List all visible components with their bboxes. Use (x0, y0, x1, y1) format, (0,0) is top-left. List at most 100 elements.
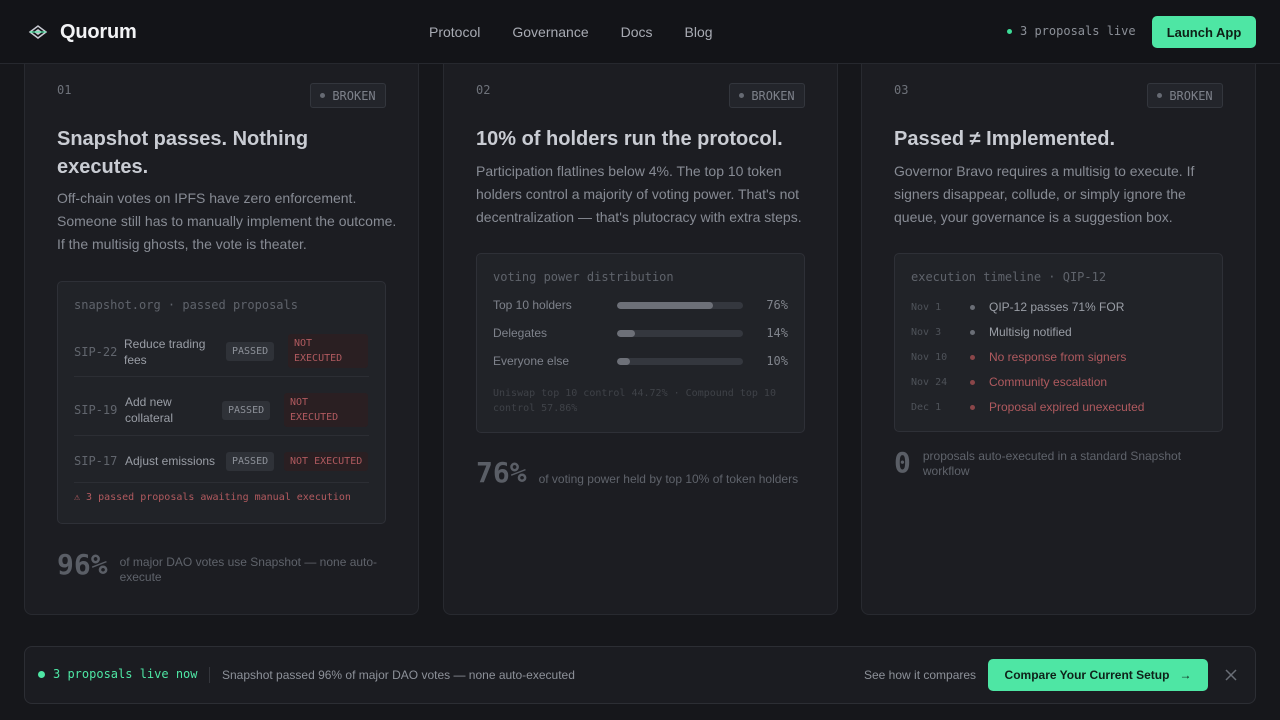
timeline-date: Dec 1 (911, 401, 942, 413)
brand[interactable]: Quorum (28, 0, 137, 64)
bottom-live-indicator: 3 proposals live now (38, 667, 198, 681)
bar-fill (617, 301, 713, 309)
timeline-item: Nov 24 Community escalation (911, 374, 1206, 390)
card-title: Snapshot passes. Nothing executes. (57, 128, 309, 178)
not-executed-tag: NOT EXECUTED (288, 334, 368, 368)
bottom-live-text: 3 proposals live now (53, 667, 198, 681)
bottom-message: Snapshot passed 96% of major DAO votes —… (222, 668, 575, 682)
live-dot-icon (38, 670, 45, 678)
bar-track (617, 301, 743, 309)
broken-dot-icon (739, 93, 745, 98)
nav-blog[interactable]: Blog (685, 24, 713, 40)
brand-name: Quorum (60, 20, 137, 43)
timeline-item: Dec 1 Proposal expired unexecuted (911, 399, 1206, 415)
alert-dot-icon (970, 404, 975, 410)
proposal-name: Reduce trading fees (124, 337, 206, 367)
bar-row-delegates: Delegates 14% (493, 325, 788, 341)
warning-message: ⚠ 3 passed proposals awaiting manual exe… (74, 492, 351, 503)
card-stat: 0 proposals auto-executed in a standard … (894, 445, 1185, 479)
bar-label: Top 10 holders (493, 298, 572, 312)
broken-badge: BROKEN (310, 83, 386, 108)
timeline-item: Nov 1 QIP-12 passes 71% FOR (911, 299, 1206, 315)
broken-badge-label: BROKEN (751, 88, 795, 103)
broken-badge-label: BROKEN (1169, 88, 1213, 103)
stat-caption: of major DAO votes use Snapshot — none a… (119, 555, 378, 584)
card-number: 01 (57, 83, 72, 97)
top-navbar: Quorum Protocol Governance Docs Blog 3 p… (0, 0, 1280, 64)
panel-footnote: Uniswap top 10 control 44.72% · Compound… (493, 388, 776, 414)
main-nav: Protocol Governance Docs Blog (429, 0, 713, 64)
stat-caption: of voting power held by top 10% of token… (538, 472, 799, 486)
timeline-item: Nov 3 Multisig notified (911, 324, 1206, 340)
card-number: 03 (894, 83, 909, 97)
problem-card-snapshot: 01 BROKEN Snapshot passes. Nothing execu… (24, 40, 419, 615)
timeline-text: No response from signers (989, 350, 1127, 364)
bar-label: Delegates (493, 326, 548, 340)
not-executed-tag: NOT EXECUTED (284, 393, 368, 427)
card-title: 10% of holders run the protocol. (476, 128, 783, 150)
card-stat: 76% of voting power held by top 10% of t… (476, 459, 798, 487)
proposal-id: SIP-19 (74, 403, 118, 417)
not-executed-tag: NOT EXECUTED (284, 452, 369, 471)
row-divider (74, 482, 369, 483)
timeline-dot-icon (970, 329, 975, 335)
broken-dot-icon (1157, 93, 1163, 98)
broken-badge: BROKEN (1147, 83, 1223, 108)
bar-row-everyone-else: Everyone else 10% (493, 353, 788, 369)
panel-title: execution timeline · QIP-12 (911, 270, 1107, 284)
card-description: Participation flatlines below 4%. The to… (476, 163, 802, 225)
voting-power-panel: voting power distribution Top 10 holders… (476, 253, 805, 433)
broken-badge-label: BROKEN (332, 88, 376, 103)
arrow-right-icon: → (1179, 668, 1192, 682)
timeline-text: Proposal expired unexecuted (989, 400, 1145, 414)
bar-track (617, 357, 743, 365)
card-description: Governor Bravo requires a multisig to ex… (894, 163, 1195, 225)
timeline-date: Nov 1 (911, 301, 942, 313)
live-proposals-indicator: 3 proposals live (1007, 24, 1136, 38)
nav-protocol[interactable]: Protocol (429, 24, 480, 40)
passed-tag: PASSED (226, 342, 275, 361)
bar-percent: 14% (766, 326, 788, 340)
card-description: Off-chain votes on IPFS have zero enforc… (57, 190, 397, 252)
bar-row-top-10: Top 10 holders 76% (493, 297, 788, 313)
bar-fill (617, 329, 635, 337)
nav-governance[interactable]: Governance (512, 24, 588, 40)
compare-link[interactable]: See how it compares (864, 668, 976, 682)
divider (209, 667, 210, 683)
card-number: 02 (476, 83, 491, 97)
passed-tag: PASSED (226, 452, 275, 471)
proposal-name: Adjust emissions (125, 454, 216, 468)
timeline-date: Nov 10 (911, 351, 948, 363)
alert-dot-icon (970, 379, 975, 385)
bar-fill (617, 357, 630, 365)
bar-label: Everyone else (493, 354, 570, 368)
timeline-text: QIP-12 passes 71% FOR (989, 300, 1125, 314)
compare-setup-button[interactable]: Compare Your Current Setup → (988, 659, 1208, 691)
card-title: Passed ≠ Implemented. (894, 128, 1116, 150)
timeline-text: Multisig notified (989, 325, 1072, 339)
panel-title: voting power distribution (493, 270, 674, 284)
proposal-name: Add new collateral (125, 395, 174, 425)
bar-track (617, 329, 743, 337)
snapshot-proposals-panel: snapshot.org · passed proposals SIP-22 R… (57, 281, 386, 524)
timeline-dot-icon (970, 304, 975, 310)
launch-app-button[interactable]: Launch App (1152, 16, 1256, 48)
execution-timeline-panel: execution timeline · QIP-12 Nov 1 QIP-12 … (894, 253, 1223, 432)
bottom-announcement-bar: 3 proposals live now Snapshot passed 96%… (24, 646, 1256, 704)
proposal-id: SIP-22 (74, 345, 118, 359)
stat-number: 76% (476, 456, 527, 489)
nav-docs[interactable]: Docs (621, 24, 653, 40)
passed-tag: PASSED (222, 401, 271, 420)
quorum-logo-icon (28, 22, 48, 42)
row-divider (74, 376, 369, 377)
close-icon[interactable] (1223, 667, 1239, 683)
broken-badge: BROKEN (729, 83, 805, 108)
live-dot-icon (1007, 28, 1012, 34)
problem-card-plutocracy: 02 BROKEN 10% of holders run the protoco… (443, 40, 838, 615)
card-stat: 96% of major DAO votes use Snapshot — no… (57, 551, 382, 585)
row-divider (74, 435, 369, 436)
proposal-id: SIP-17 (74, 454, 118, 468)
timeline-date: Nov 24 (911, 376, 948, 388)
broken-dot-icon (320, 93, 326, 98)
stat-caption: proposals auto-executed in a standard Sn… (922, 449, 1182, 478)
